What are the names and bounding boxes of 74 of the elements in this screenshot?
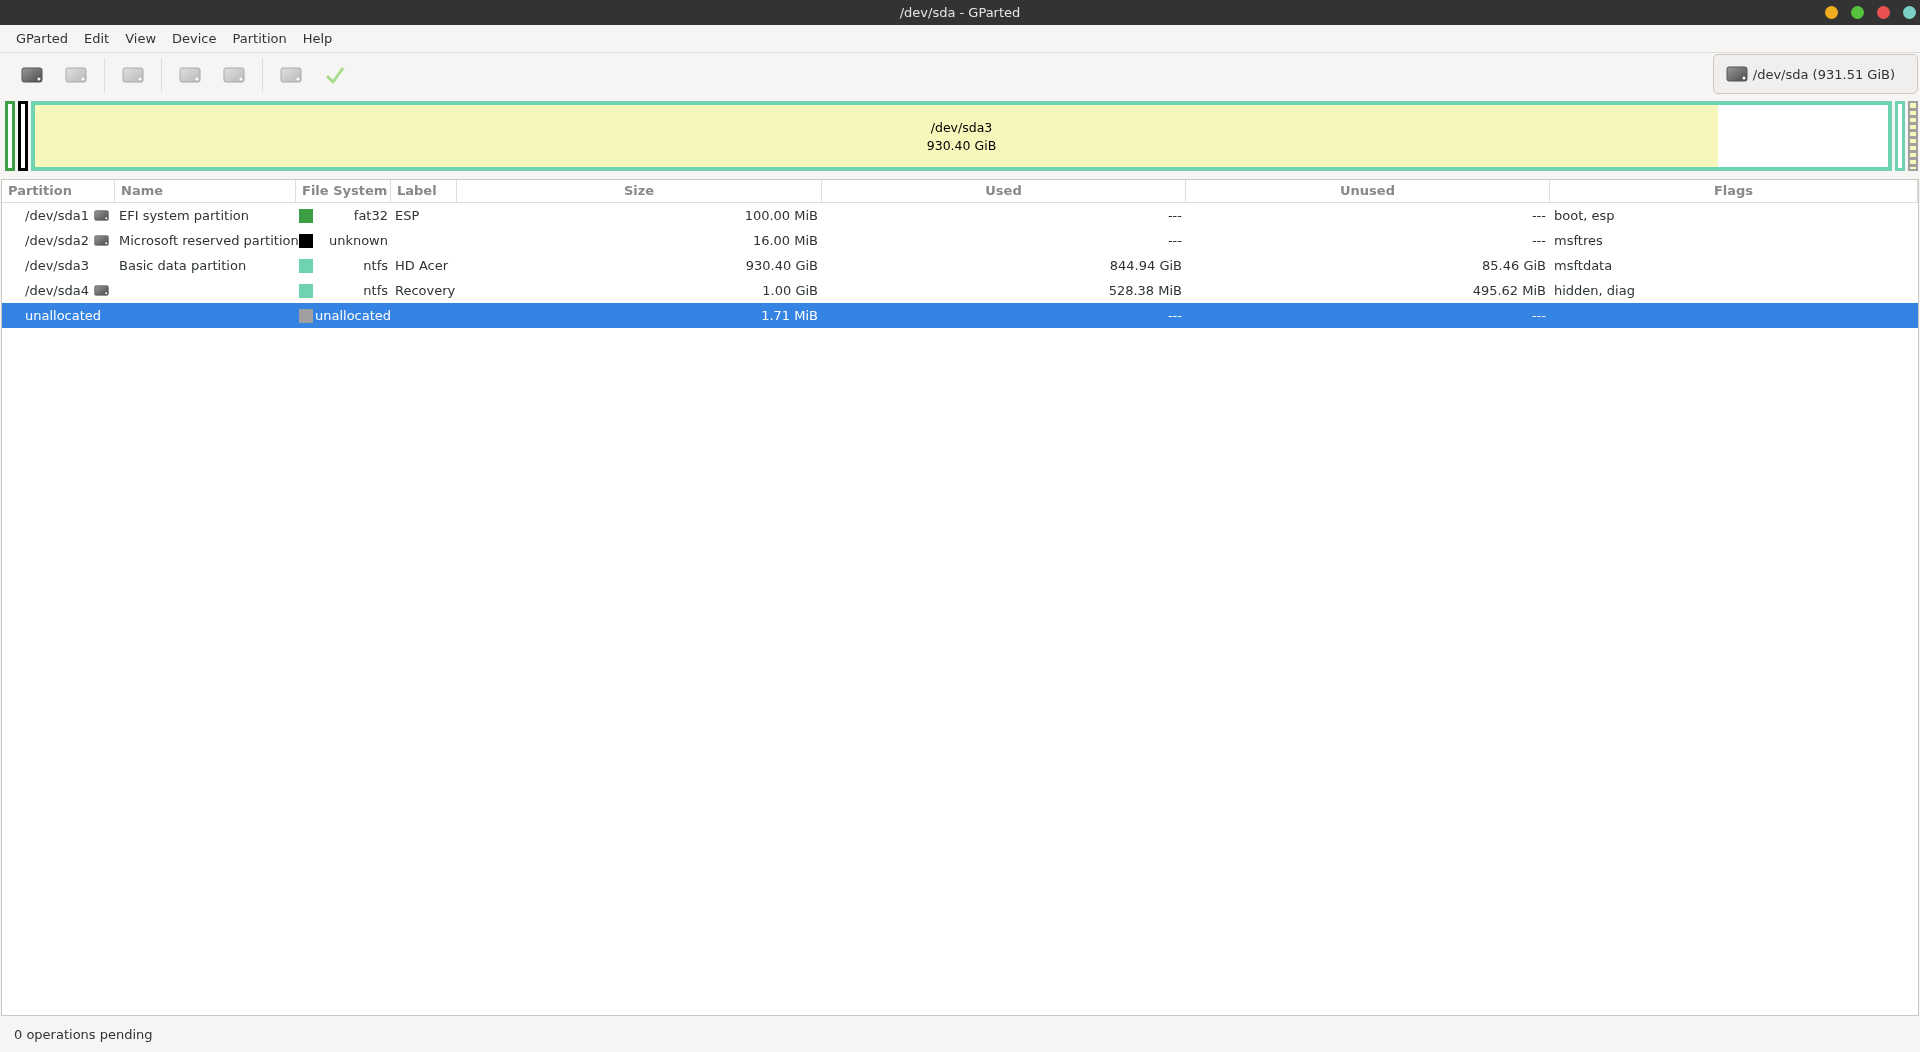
table-cell-text: ntfs	[362, 283, 389, 298]
table-cell: 844.94 GiB	[1109, 258, 1182, 273]
window-control-icon[interactable]	[1825, 6, 1838, 19]
drive-icon	[223, 66, 245, 84]
partition-name: /dev/sda3	[930, 119, 993, 135]
checkmark-icon	[325, 65, 345, 85]
table-cell: ---	[1167, 233, 1182, 248]
menu-item[interactable]: GParted	[8, 31, 76, 46]
column-header[interactable]: Size	[457, 180, 822, 202]
table-cell: 528.38 MiB	[1108, 283, 1182, 298]
menu-item[interactable]: View	[117, 31, 165, 46]
drive-icon	[280, 66, 302, 84]
column-header[interactable]: Name	[115, 180, 296, 202]
table-cell: Basic data partition	[119, 258, 247, 273]
drive-icon	[1725, 65, 1748, 83]
drive-icon	[21, 66, 43, 84]
drive-icon	[122, 66, 144, 84]
table-cell: 16.00 MiB	[752, 233, 818, 248]
table-cell: 85.46 GiB	[1482, 258, 1546, 273]
partition-row[interactable]: /dev/sda2 Microsoft reserved partition unknown 16.00 MiB --- --- msftres	[2, 228, 1918, 253]
column-header[interactable]: Used	[822, 180, 1186, 202]
table-cell-text: unknown	[327, 233, 389, 248]
table-cell: 495.62 MiB	[1472, 283, 1546, 298]
table-cell: 930.40 GiB	[745, 258, 818, 273]
table-cell: Microsoft reserved partition	[119, 233, 299, 248]
window-control-icon[interactable]	[1903, 6, 1916, 19]
table-cell: unallocated	[25, 308, 102, 323]
table-cell: ---	[1531, 308, 1546, 323]
table-cell: ESP	[395, 208, 420, 223]
partition-size: 930.40 GiB	[926, 137, 997, 153]
table-cell: ---	[1531, 208, 1546, 223]
unallocated-segment[interactable]	[1908, 101, 1918, 171]
table-cell: 1.71 MiB	[761, 308, 818, 323]
column-header[interactable]: Label	[391, 180, 457, 202]
menu-item[interactable]: Help	[294, 31, 341, 46]
table-cell: boot, esp	[1554, 208, 1615, 223]
drive-icon	[65, 66, 87, 84]
status-text: 0 operations pending	[14, 1026, 153, 1042]
window-control-icon[interactable]	[1851, 6, 1864, 19]
drive-icon	[179, 66, 201, 84]
window-control-icon[interactable]	[1877, 6, 1890, 19]
partition-row[interactable]: /dev/sda3 Basic data partition ntfs HD Acer 930.40 GiB 844.94 GiB 85.46 GiB msftdata	[2, 253, 1918, 278]
column-header[interactable]: File System	[296, 180, 391, 202]
table-cell: hidden, diag	[1554, 283, 1635, 298]
table-cell-text: ntfs	[362, 258, 389, 273]
partition-row[interactable]: /dev/sda4 ntfs Recovery 1.00 GiB 528.38 MiB 495.62 MiB hidden, diag	[2, 278, 1918, 303]
table-cell: /dev/sda1	[25, 208, 89, 223]
window-title: /dev/sda - GParted	[899, 5, 1021, 20]
table-cell: /dev/sda4	[25, 283, 89, 298]
partition-segment[interactable]: /dev/sda3 930.40 GiB	[31, 101, 1892, 171]
column-header[interactable]: Flags	[1550, 180, 1918, 202]
table-cell: msftdata	[1554, 258, 1613, 273]
column-header[interactable]: Unused	[1186, 180, 1550, 202]
device-selector[interactable]: /dev/sda (931.51 GiB)	[1712, 54, 1918, 94]
menu-item[interactable]: Device	[164, 31, 225, 46]
table-cell: /dev/sda2	[25, 233, 89, 248]
partition-segment[interactable]	[18, 101, 28, 171]
menu-item[interactable]: Partition	[224, 31, 295, 46]
table-cell: 1.00 GiB	[762, 283, 818, 298]
table-cell: ---	[1167, 308, 1182, 323]
table-cell: 100.00 MiB	[744, 208, 818, 223]
table-cell: msftres	[1554, 233, 1603, 248]
menu-item[interactable]: Edit	[76, 31, 118, 46]
table-cell-text: unallocated	[315, 308, 393, 323]
table-cell: Recovery	[395, 283, 456, 298]
table-cell: ---	[1167, 208, 1182, 223]
partition-row[interactable]: unallocated unallocated 1.71 MiB --- ---	[2, 303, 1918, 328]
table-cell: EFI system partition	[119, 208, 249, 223]
table-cell: ---	[1531, 233, 1546, 248]
table-cell: /dev/sda3	[25, 258, 89, 273]
partition-row[interactable]: /dev/sda1 EFI system partition fat32 ESP 100.00 MiB --- --- boot, esp	[2, 203, 1918, 228]
table-cell: HD Acer	[395, 258, 449, 273]
table-cell-text: fat32	[352, 208, 389, 223]
column-header[interactable]: Partition	[2, 180, 115, 202]
